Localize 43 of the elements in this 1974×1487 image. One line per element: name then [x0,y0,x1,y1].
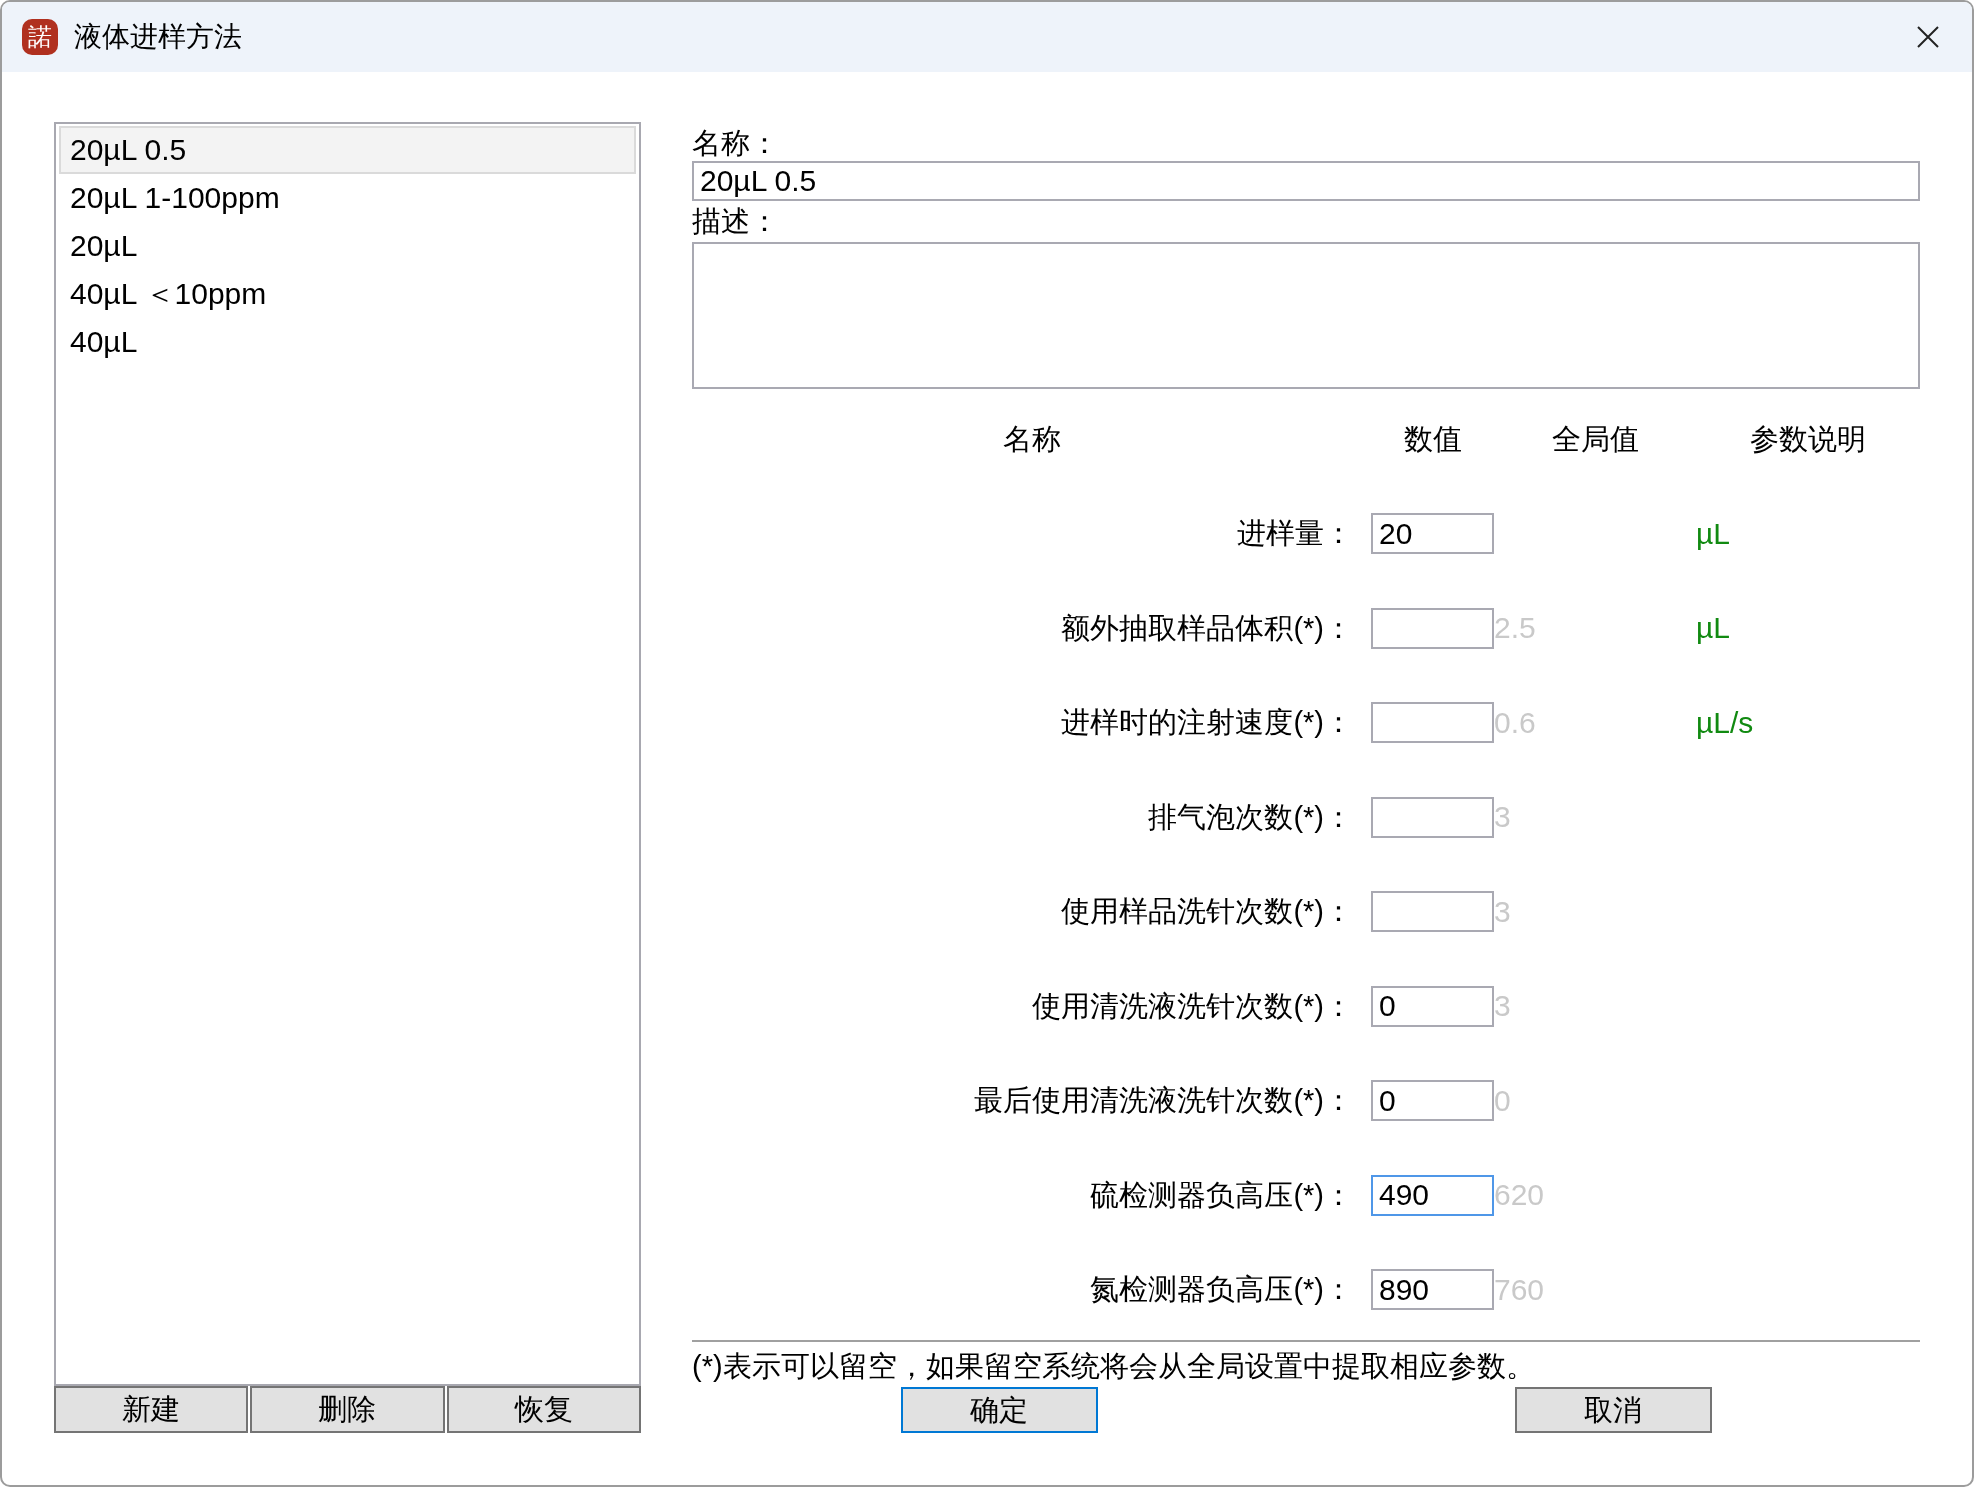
value-field[interactable]: 0 [1371,985,1494,1027]
parameter-label: 氮检测器负高压(*)： [1090,1272,1354,1308]
value-field[interactable]: 490 [1371,1174,1494,1216]
unit-text: µL [1696,515,1730,552]
description-field[interactable] [692,242,1920,389]
action-button[interactable]: 恢复 [446,1386,641,1433]
action-button[interactable]: 删除 [250,1386,445,1433]
parameter-label: 排气泡次数(*)： [1148,799,1354,835]
column-header: 名称 [1002,421,1061,457]
value-field[interactable]: 890 [1371,1269,1494,1311]
value-field[interactable] [1371,607,1494,649]
parameter-label: 进样量： [1237,516,1354,552]
parameter-label: 使用清洗液洗针次数(*)： [1032,988,1354,1024]
column-header: 数值 [1403,421,1462,457]
parameter-label: 硫检测器负高压(*)： [1090,1177,1354,1213]
list-item[interactable]: 20µL [59,222,636,270]
parameter-label: 使用样品洗针次数(*)： [1061,894,1354,930]
list-item[interactable]: 20µL 1-100ppm [59,174,636,222]
field-label: 名称： [692,126,779,161]
value-field[interactable] [1371,702,1494,744]
value-field[interactable]: 0 [1371,1080,1494,1122]
action-button[interactable]: 新建 [54,1386,249,1433]
value-field[interactable]: 20 [1371,513,1494,555]
app-logo: 諾 [22,19,58,55]
footnote-text: (*)表示可以留空，如果留空系统将会从全局设置中提取相应参数。 [692,1349,1535,1383]
parameter-label: 最后使用清洗液洗针次数(*)： [974,1083,1354,1119]
parameter-label: 额外抽取样品体积(*)： [1061,610,1354,646]
field-label: 描述： [692,204,779,239]
window-title: 液体进样方法 [74,20,242,54]
parameter-label: 进样时的注射速度(*)： [1061,705,1354,741]
column-header: 参数说明 [1750,421,1866,457]
dialog-button[interactable]: 确定 [900,1387,1098,1433]
dialog-button[interactable]: 取消 [1514,1387,1712,1433]
list-item[interactable]: 20µL 0.5 [59,126,636,174]
list-item[interactable]: 40µL ＜10ppm [59,270,636,318]
unit-text: µL [1696,610,1730,647]
list-item[interactable]: 40µL [59,318,636,366]
column-header: 全局值 [1551,421,1639,457]
value-field[interactable] [1371,796,1494,838]
value-field[interactable] [1371,891,1494,933]
name-field[interactable]: 20µL 0.5 [692,161,1920,201]
close-icon [1917,26,1939,48]
unit-text: µL/s [1696,704,1754,741]
